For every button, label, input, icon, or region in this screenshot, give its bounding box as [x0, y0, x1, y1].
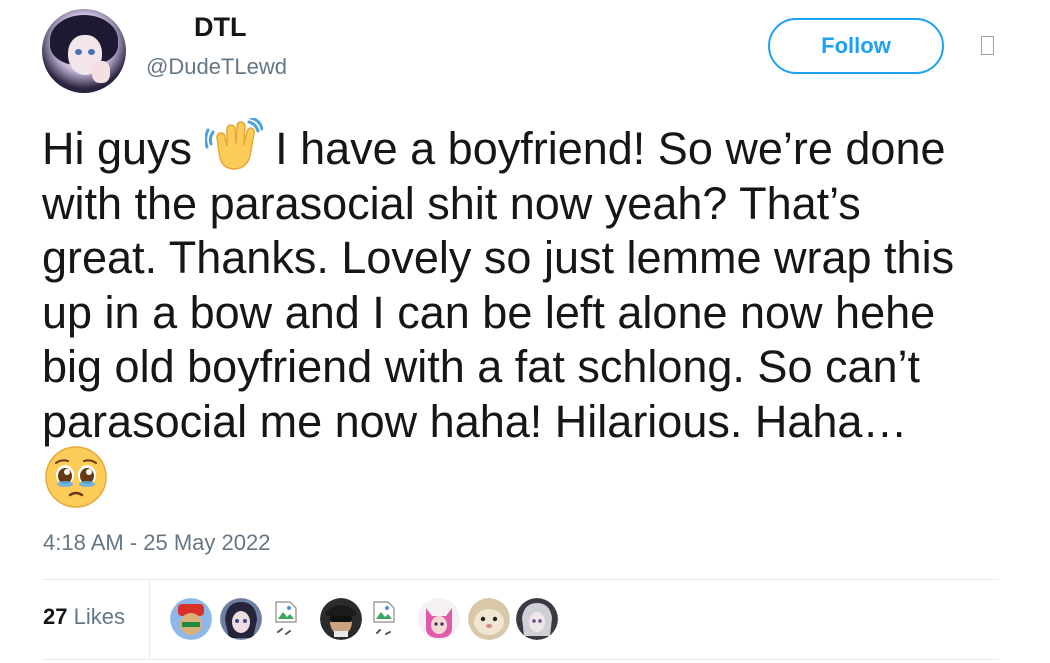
liker-avatar-sunglasses[interactable]	[320, 598, 362, 640]
liker-avatar-cat-face[interactable]	[468, 598, 510, 640]
waving-hand-icon	[203, 116, 264, 172]
tweet-text-line: Hi guys	[42, 123, 205, 174]
tweet-text-line: up in a bow and I can be left alone now …	[42, 286, 936, 338]
likes-label: Likes	[73, 604, 125, 629]
pleading-face-icon	[44, 445, 108, 509]
liker-avatar-broken-image[interactable]	[272, 598, 302, 640]
likes-count[interactable]: 27 Likes	[43, 604, 125, 630]
divider	[43, 659, 999, 660]
author-display-name[interactable]: DTL	[194, 12, 246, 43]
tweet-text-line: with the parasocial shit now yeah? That’…	[42, 177, 861, 229]
liker-avatar-broken-image[interactable]	[370, 598, 400, 640]
avatar-eye	[88, 49, 95, 55]
avatar-hand	[92, 61, 110, 83]
follow-button[interactable]: Follow	[768, 18, 944, 74]
liker-avatar-anime-dark[interactable]	[220, 598, 262, 640]
twitter-logo-icon[interactable]	[981, 36, 994, 55]
liker-avatar-anime-grey[interactable]	[516, 598, 558, 640]
liker-avatar-red-hat[interactable]	[170, 598, 212, 640]
tweet-timestamp[interactable]: 4:18 AM - 25 May 2022	[43, 530, 270, 556]
divider	[43, 579, 999, 580]
tweet-card: DTL @DudeTLewd Follow Hi guys I have a b…	[0, 0, 1050, 663]
tweet-text-line: parasocial me now haha! Hilarious. Haha…	[42, 395, 908, 447]
liker-avatar-pink-cat[interactable]	[418, 598, 460, 640]
avatar-eye	[75, 49, 82, 55]
divider	[149, 580, 150, 659]
author-handle[interactable]: @DudeTLewd	[146, 54, 287, 80]
tweet-text-line: big old boyfriend with a fat schlong. So…	[42, 341, 921, 392]
author-avatar[interactable]	[42, 9, 126, 93]
likes-number: 27	[43, 604, 68, 629]
tweet-text-line: I have a boyfriend! So we’re done	[262, 123, 946, 174]
tweet-text-line: great. Thanks. Lovely so just lemme wrap…	[42, 232, 955, 283]
tweet-text: Hi guys I have a boyfriend! So we’re don…	[42, 116, 1032, 449]
